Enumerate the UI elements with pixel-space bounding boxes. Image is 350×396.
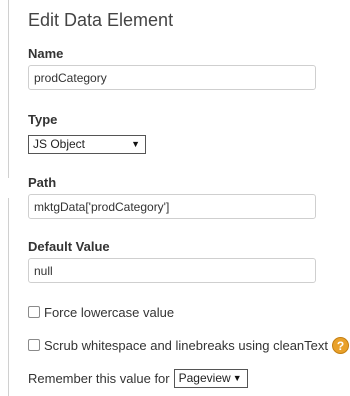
chevron-down-icon: ▼	[232, 373, 242, 383]
name-input[interactable]	[28, 65, 316, 90]
panel-divider-bottom	[8, 198, 9, 396]
scrub-whitespace-option[interactable]: Scrub whitespace and linebreaks using cl…	[28, 336, 350, 354]
force-lowercase-checkbox[interactable]	[28, 306, 40, 318]
default-value-input[interactable]	[28, 258, 316, 283]
scrub-whitespace-label: Scrub whitespace and linebreaks using cl…	[44, 337, 329, 353]
remember-select-value: Pageview	[178, 371, 231, 385]
remember-select[interactable]: Pageview ▼	[173, 369, 248, 388]
type-select[interactable]: JS Object ▼	[28, 135, 146, 154]
path-label: Path	[28, 175, 57, 190]
force-lowercase-option[interactable]: Force lowercase value	[28, 304, 174, 320]
page-title: Edit Data Element	[28, 10, 174, 30]
panel-divider-top	[8, 0, 9, 178]
path-input[interactable]	[28, 194, 316, 219]
remember-value-row: Remember this value for Pageview ▼	[28, 369, 248, 388]
chevron-down-icon: ▼	[131, 139, 140, 149]
scrub-whitespace-checkbox[interactable]	[28, 339, 40, 351]
name-label: Name	[28, 46, 64, 61]
type-label: Type	[28, 112, 58, 127]
help-icon[interactable]: ?	[332, 336, 350, 354]
remember-label: Remember this value for	[28, 371, 170, 386]
type-select-value: JS Object	[33, 137, 86, 151]
default-value-label: Default Value	[28, 239, 110, 254]
force-lowercase-label: Force lowercase value	[44, 304, 175, 320]
